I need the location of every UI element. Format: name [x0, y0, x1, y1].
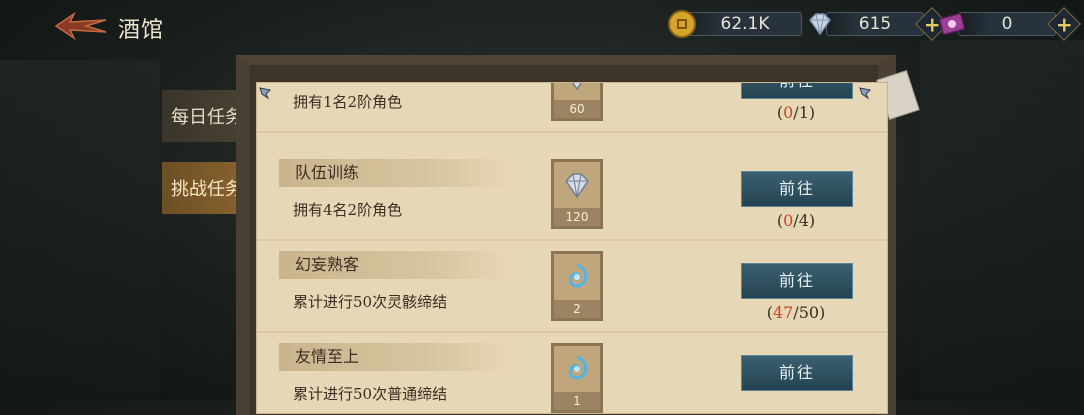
- back-arrow-icon: [54, 11, 107, 41]
- task-row: 拥有1名2阶角色 60 前往 (0/1): [257, 83, 887, 133]
- progress-current: 0: [783, 211, 794, 230]
- reward-item: 60: [551, 83, 603, 121]
- reward-item: 1: [551, 343, 603, 413]
- reward-quantity: 2: [554, 300, 600, 318]
- pin-icon: [859, 87, 872, 100]
- blue-swirl-icon: [568, 355, 588, 380]
- task-list[interactable]: 拥有1名2阶角色 60 前往 (0/1) 队伍训练 拥有4名2阶角色 120 前…: [256, 82, 888, 414]
- task-progress: (0/4): [776, 211, 816, 230]
- reward-quantity: 120: [554, 208, 600, 226]
- task-description: 拥有1名2阶角色: [293, 93, 403, 111]
- diamond-icon: [571, 83, 583, 91]
- progress-current: 47: [772, 303, 794, 322]
- task-name: 队伍训练: [279, 159, 509, 187]
- reward-item: 120: [551, 159, 603, 229]
- diamond-icon: [565, 173, 589, 199]
- coin-counter: 62.1K: [668, 10, 802, 38]
- ticket-value: 0: [958, 12, 1056, 36]
- diamond-counter: 615 +: [806, 7, 949, 41]
- task-row: 友情至上 累计进行50次普通缔结 1 前往: [257, 337, 887, 413]
- task-name: 友情至上: [279, 343, 509, 371]
- go-button[interactable]: 前往: [741, 83, 853, 99]
- task-description: 累计进行50次灵骸缔结: [293, 293, 448, 311]
- go-button[interactable]: 前往: [741, 263, 853, 299]
- page-title: 酒馆: [118, 18, 165, 43]
- coin-value: 62.1K: [688, 12, 802, 36]
- diamond-value: 615: [826, 12, 924, 36]
- go-button[interactable]: 前往: [741, 355, 853, 391]
- pin-icon: [259, 87, 272, 100]
- progress-total: 4: [798, 211, 809, 230]
- reward-quantity: 60: [554, 100, 600, 118]
- plus-icon: +: [1055, 11, 1073, 36]
- blue-swirl-icon: [568, 263, 588, 288]
- background-wall: [0, 60, 160, 400]
- task-row: 队伍训练 拥有4名2阶角色 120 前往 (0/4): [257, 153, 887, 241]
- task-name: 幻妄熟客: [279, 251, 509, 279]
- back-button[interactable]: [50, 8, 112, 44]
- ticket-counter: 0 +: [938, 7, 1081, 41]
- ticket-icon: [939, 13, 965, 35]
- reward-item: 2: [551, 251, 603, 321]
- task-progress: (47/50): [766, 303, 826, 322]
- go-button[interactable]: 前往: [741, 171, 853, 207]
- reward-quantity: 1: [554, 392, 600, 410]
- progress-total: 50: [798, 303, 820, 322]
- diamond-icon: [809, 13, 831, 36]
- progress-total: 1: [798, 103, 809, 122]
- task-description: 拥有4名2阶角色: [293, 201, 403, 219]
- task-row: 幻妄熟客 累计进行50次灵骸缔结 2 前往 (47/50): [257, 245, 887, 333]
- progress-current: 0: [783, 103, 794, 122]
- background-wall: [920, 40, 1084, 400]
- task-description: 累计进行50次普通缔结: [293, 385, 448, 403]
- coin-icon: [668, 10, 696, 38]
- task-progress: (0/1): [776, 103, 816, 122]
